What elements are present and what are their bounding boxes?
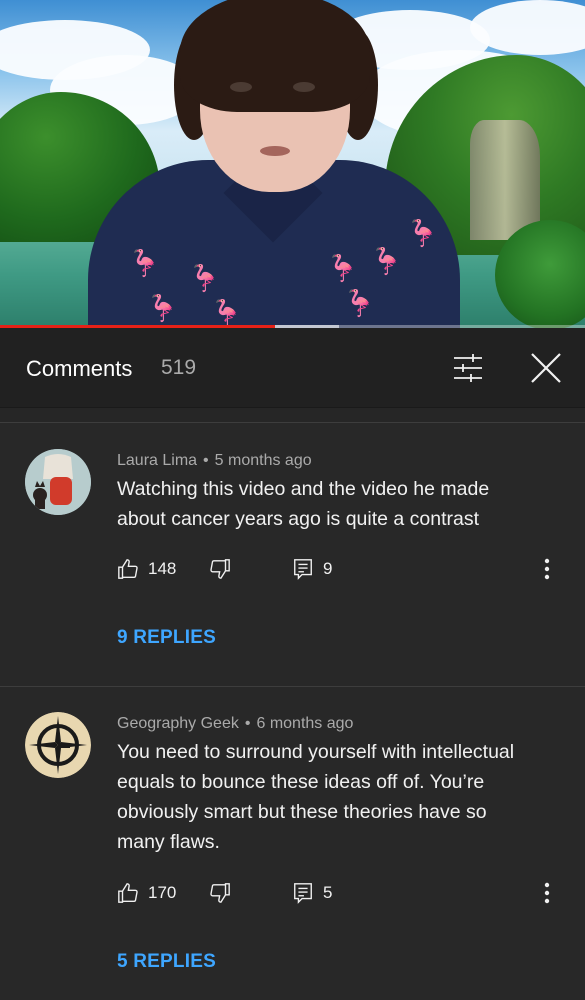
comment-actions: 148 9	[117, 555, 557, 583]
flamingo-pattern-icon: 🦩	[210, 298, 243, 328]
reply-button[interactable]: 5	[292, 879, 332, 907]
flamingo-pattern-icon: 🦩	[370, 246, 403, 276]
thumbs-up-icon	[118, 883, 138, 903]
flamingo-pattern-icon: 🦩	[188, 263, 221, 293]
reply-count: 5	[323, 883, 333, 902]
presenter: 🦩 🦩 🦩 🦩 🦩 🦩 🦩 🦩	[88, 0, 460, 328]
view-replies-link[interactable]: 5 REPLIES	[117, 951, 216, 973]
eye	[230, 82, 252, 92]
reply-count: 9	[323, 559, 333, 578]
comment-author[interactable]: Geography Geek	[117, 715, 239, 732]
comment-actions: 170 5	[117, 879, 557, 907]
vertical-dots-icon	[544, 882, 550, 904]
comment-author[interactable]: Laura Lima	[117, 452, 197, 469]
vertical-dots-icon	[544, 558, 550, 580]
eye	[293, 82, 315, 92]
video-player[interactable]: 🦩 🦩 🦩 🦩 🦩 🦩 🦩 🦩	[0, 0, 585, 328]
reply-comment-icon	[294, 559, 312, 580]
thumbs-down-icon	[210, 559, 230, 579]
like-button[interactable]: 148	[117, 555, 176, 583]
dislike-button[interactable]	[209, 555, 231, 583]
comment-time: 5 months ago	[214, 452, 312, 469]
dislike-button[interactable]	[209, 879, 231, 907]
reply-comment-icon	[294, 883, 312, 904]
comment-meta: Laura Lima • 5 months ago	[117, 452, 312, 470]
mouth	[260, 146, 290, 156]
hair	[180, 0, 370, 112]
thumbs-down-icon	[210, 883, 230, 903]
comment-text: You need to surround yourself with intel…	[117, 741, 515, 853]
reply-button[interactable]: 9	[292, 555, 332, 583]
flamingo-pattern-icon: 🦩	[128, 248, 161, 278]
comments-title: Comments	[26, 356, 133, 381]
view-replies-link[interactable]: 9 REPLIES	[117, 627, 216, 649]
comments-count: 519	[161, 356, 197, 379]
header-shadow	[0, 408, 585, 422]
sort-filter-icon[interactable]	[450, 350, 486, 386]
comment-item: Laura Lima • 5 months ago Watching this vi…	[0, 423, 585, 686]
comment-meta: Geography Geek • 6 months ago	[117, 715, 353, 733]
more-options-icon[interactable]	[537, 879, 557, 907]
comment-time: 6 months ago	[256, 715, 354, 732]
like-count: 148	[148, 559, 177, 578]
avatar[interactable]	[25, 449, 91, 515]
separator-dot: •	[244, 715, 251, 732]
more-options-icon[interactable]	[537, 555, 557, 583]
separator-dot: •	[203, 452, 209, 469]
thumbs-up-icon	[118, 559, 138, 579]
avatar[interactable]	[25, 712, 91, 778]
like-button[interactable]: 170	[117, 879, 176, 907]
comment-item: Geography Geek • 6 months ago You need to …	[0, 687, 585, 1000]
close-icon[interactable]	[528, 350, 564, 386]
flamingo-pattern-icon: 🦩	[406, 218, 439, 248]
comments-header: Comments 519	[0, 328, 585, 408]
flamingo-pattern-icon: 🦩	[146, 293, 179, 323]
rock-cliff	[470, 120, 540, 240]
like-count: 170	[148, 883, 177, 902]
flamingo-pattern-icon: 🦩	[326, 253, 359, 283]
flamingo-pattern-icon: 🦩	[343, 288, 376, 318]
comment-text: Watching this video and the video he mad…	[117, 478, 490, 530]
